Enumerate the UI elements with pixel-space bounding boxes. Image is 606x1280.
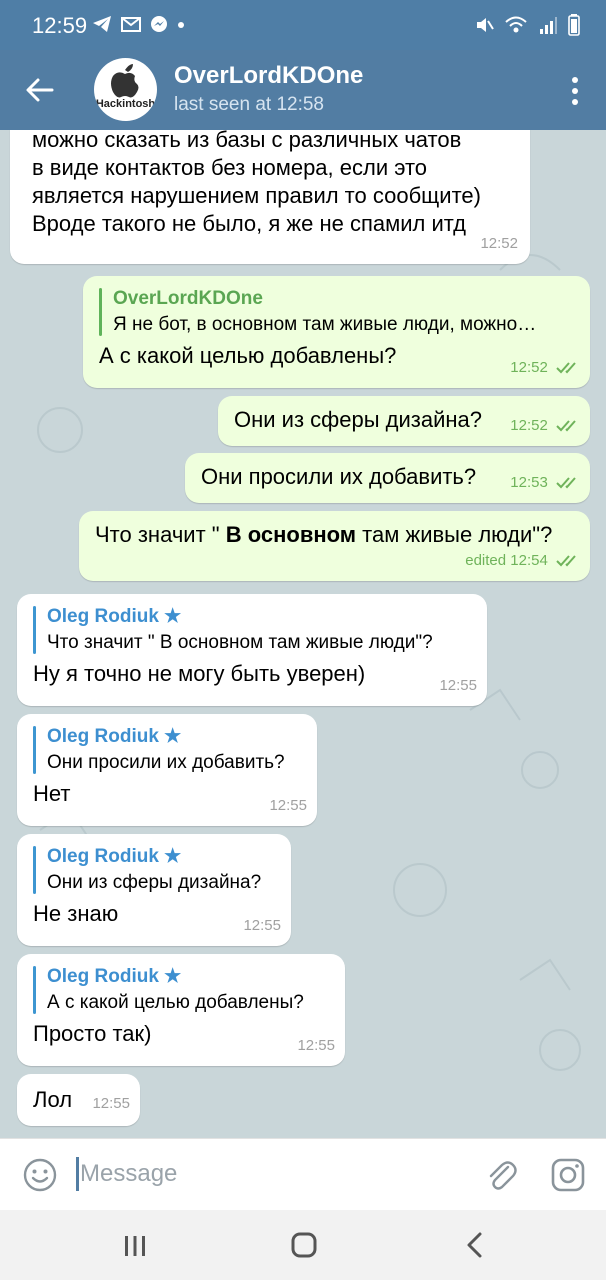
system-nav-bar (0, 1210, 606, 1280)
message-time: 12:53 (510, 474, 548, 491)
recent-apps-icon[interactable] (120, 1232, 150, 1260)
reply-preview: Они из сферы дизайна? (47, 872, 262, 893)
message-bubble-outgoing[interactable]: Они просили их добавить? 12:53 (185, 453, 590, 503)
message-bubble-incoming[interactable]: Oleg Rodiuk ★ Они из сферы дизайна? Не з… (17, 834, 291, 946)
message-bubble-incoming[interactable]: Oleg Rodiuk ★ А с какой целью добавлены?… (17, 954, 345, 1066)
double-check-icon (556, 555, 576, 567)
reply-quote[interactable]: Oleg Rodiuk ★ Они просили их добавить? (33, 724, 301, 776)
reply-preview: А с какой целью добавлены? (47, 992, 304, 1013)
nav-back-icon[interactable] (462, 1230, 488, 1260)
message-text: Просто так) (33, 1021, 152, 1046)
message-time: 12:55 (439, 677, 477, 694)
avatar[interactable]: Hackintosh (94, 58, 157, 121)
home-icon[interactable] (290, 1231, 318, 1259)
signal-icon (540, 17, 557, 34)
status-bar: 12:59 (0, 0, 606, 50)
text-cursor (76, 1157, 79, 1191)
message-text: А с какой целью добавлены? (99, 343, 397, 368)
message-text: Ну я точно не могу быть уверен) (33, 661, 366, 686)
message-time: 12:55 (243, 917, 281, 934)
reply-quote[interactable]: Oleg Rodiuk ★ А с какой целью добавлены? (33, 964, 329, 1016)
message-bubble-incoming[interactable]: Лол 12:55 (17, 1074, 140, 1126)
message-bubble-incoming[interactable]: Oleg Rodiuk ★ Что значит " В основном та… (17, 594, 487, 706)
reply-preview: Они просили их добавить? (47, 752, 285, 773)
reply-author: Oleg Rodiuk ★ (47, 966, 182, 987)
message-text-bold: В основном (225, 522, 357, 547)
mute-icon (477, 18, 494, 32)
message-time: 12:52 (480, 235, 518, 252)
chat-header: Hackintosh OverLordKDOne last seen at 12… (0, 50, 606, 130)
dot-icon (178, 22, 184, 28)
camera-icon[interactable] (550, 1157, 586, 1193)
messenger-icon (151, 16, 167, 32)
reply-author: Oleg Rodiuk ★ (47, 846, 182, 867)
message-text: Нет (33, 781, 71, 806)
message-bubble-outgoing[interactable]: Они из сферы дизайна? 12:52 (218, 396, 590, 446)
message-time: 12:55 (92, 1095, 130, 1112)
message-time-status: 12:53 (510, 469, 580, 497)
message-text: Не знаю (33, 901, 119, 926)
attach-icon[interactable] (484, 1157, 518, 1193)
double-check-icon (556, 420, 576, 432)
battery-icon (568, 14, 580, 36)
avatar-label: Hackintosh (95, 98, 156, 110)
status-time: 12:59 (32, 13, 88, 38)
telegram-icon (93, 16, 111, 32)
double-check-icon (556, 362, 576, 374)
message-bubble-outgoing[interactable]: Что значит " В основном там живые люди"?… (79, 511, 590, 581)
reply-author: Oleg Rodiuk ★ (47, 726, 182, 747)
wifi-icon (505, 16, 527, 33)
message-time: 12:52 (510, 417, 548, 434)
reply-preview: Что значит " В основном там живые люди"? (47, 632, 433, 653)
message-text: Что значит " В основном там живые люди"? (95, 521, 574, 549)
emoji-icon[interactable] (22, 1157, 58, 1193)
chat-title[interactable]: OverLordKDOne (174, 62, 363, 90)
chat-area[interactable]: можно сказать из базы с различных чатов … (0, 130, 606, 1138)
message-input[interactable]: Message (80, 1160, 177, 1188)
more-options-icon[interactable] (570, 76, 580, 106)
message-time-status: edited 12:54 (465, 547, 580, 575)
reply-author: OverLordKDOne (113, 288, 263, 309)
apple-logo-icon (111, 64, 139, 98)
message-time: 12:55 (269, 797, 307, 814)
message-time-status: 12:52 (510, 354, 580, 382)
reply-preview: Я не бот, в основном там живые люди, мож… (113, 314, 537, 335)
reply-quote[interactable]: OverLordKDOne Я не бот, в основном там ж… (99, 286, 574, 338)
message-text-part: Что значит " (95, 522, 226, 547)
message-text-part: там живые люди"? (356, 522, 553, 547)
message-bubble-incoming[interactable]: Oleg Rodiuk ★ Они просили их добавить? Н… (17, 714, 317, 826)
reply-author: Oleg Rodiuk ★ (47, 606, 182, 627)
reply-quote[interactable]: Oleg Rodiuk ★ Они из сферы дизайна? (33, 844, 275, 896)
reply-quote[interactable]: Oleg Rodiuk ★ Что значит " В основном та… (33, 604, 471, 656)
last-seen-status: last seen at 12:58 (174, 94, 324, 115)
double-check-icon (556, 477, 576, 489)
message-time: 12:55 (297, 1037, 335, 1054)
message-time-status: 12:52 (510, 412, 580, 440)
message-time: edited 12:54 (465, 552, 548, 569)
back-arrow-icon[interactable] (22, 72, 58, 108)
message-time: 12:52 (510, 359, 548, 376)
message-text: можно сказать из базы с различных чатов … (32, 130, 481, 236)
message-input-bar: Message (0, 1138, 606, 1211)
message-bubble-outgoing[interactable]: OverLordKDOne Я не бот, в основном там ж… (83, 276, 590, 388)
mail-icon (121, 17, 141, 32)
message-bubble-incoming[interactable]: можно сказать из базы с различных чатов … (10, 130, 530, 264)
